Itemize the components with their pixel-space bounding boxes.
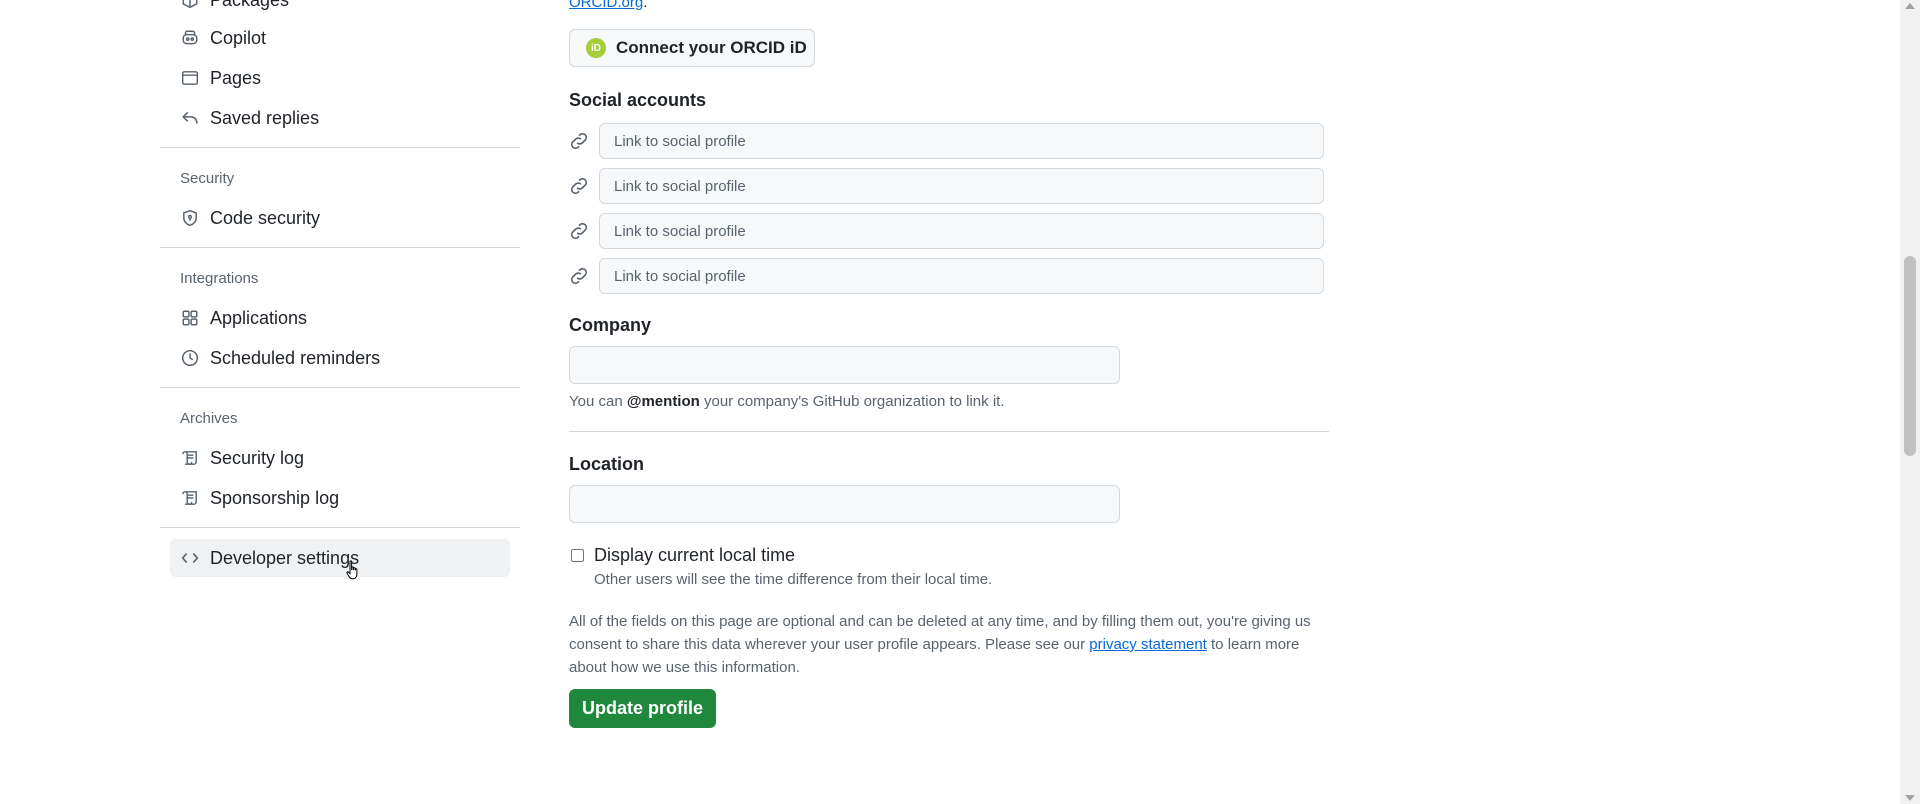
- connect-orcid-button[interactable]: iD Connect your ORCID iD: [569, 29, 815, 67]
- orcid-icon: iD: [586, 38, 606, 58]
- sidebar-item-label: Packages: [210, 0, 289, 11]
- social-profile-input-3[interactable]: [599, 213, 1324, 249]
- section-heading-integrations: Integrations: [180, 270, 259, 287]
- sidebar-item-label: Developer settings: [210, 547, 360, 568]
- social-account-row: [569, 213, 1324, 249]
- section-heading-security: Security: [180, 170, 235, 187]
- hand-cursor-icon: [346, 560, 358, 580]
- social-account-row: [569, 168, 1324, 204]
- link-icon: [569, 221, 589, 241]
- sidebar-divider: [160, 527, 520, 528]
- update-profile-button[interactable]: Update profile: [569, 689, 716, 728]
- package-icon: [180, 0, 200, 10]
- sidebar-item-pages[interactable]: Pages: [170, 59, 510, 97]
- link-icon: [569, 176, 589, 196]
- display-local-time-label[interactable]: Display current local time: [594, 545, 795, 566]
- sidebar-item-sponsorship-log[interactable]: Sponsorship log: [170, 479, 510, 517]
- sidebar-item-packages[interactable]: Packages: [170, 0, 510, 19]
- sidebar-item-label: Code security: [210, 207, 321, 228]
- sidebar-item-label: Pages: [210, 67, 262, 88]
- location-input[interactable]: [569, 485, 1120, 523]
- reply-icon: [180, 108, 200, 128]
- sidebar-item-label: Applications: [210, 307, 308, 328]
- orcid-link[interactable]: ORCID.org: [569, 0, 643, 11]
- scrollbar-thumb[interactable]: [1904, 256, 1916, 456]
- sidebar-item-developer-settings[interactable]: Developer settings: [170, 539, 510, 577]
- section-heading-archives: Archives: [180, 410, 238, 427]
- connect-orcid-label: Connect your ORCID iD: [616, 38, 807, 57]
- company-note-text: You can: [569, 393, 627, 410]
- browser-icon: [180, 68, 200, 88]
- company-note-text: your company's GitHub organization to li…: [699, 393, 1005, 410]
- log-icon: [180, 488, 200, 508]
- sidebar-item-label: Saved replies: [210, 107, 320, 128]
- privacy-statement-link[interactable]: privacy statement: [1089, 636, 1207, 653]
- sidebar-item-label: Copilot: [210, 27, 267, 48]
- sidebar-item-copilot[interactable]: Copilot: [170, 19, 510, 57]
- social-profile-input-1[interactable]: [599, 123, 1324, 159]
- sidebar-item-applications[interactable]: Applications: [170, 299, 510, 337]
- link-icon: [569, 131, 589, 151]
- sidebar-item-code-security[interactable]: Code security: [170, 199, 510, 237]
- link-icon: [569, 266, 589, 286]
- shield-lock-icon: [180, 208, 200, 228]
- sidebar-item-security-log[interactable]: Security log: [170, 439, 510, 477]
- company-input[interactable]: [569, 346, 1120, 384]
- display-local-time-checkbox[interactable]: [571, 549, 584, 562]
- section-divider: [569, 431, 1329, 432]
- log-icon: [180, 448, 200, 468]
- social-profile-input-4[interactable]: [599, 258, 1324, 294]
- sidebar-divider: [160, 387, 520, 388]
- apps-icon: [180, 308, 200, 328]
- copilot-icon: [180, 28, 200, 48]
- sidebar-item-label: Security log: [210, 447, 305, 468]
- scroll-up-arrow-icon[interactable]: [1905, 3, 1915, 9]
- company-note-mention: @mention: [626, 393, 700, 410]
- social-profile-input-2[interactable]: [599, 168, 1324, 204]
- company-note: You can @mention your company's GitHub o…: [569, 393, 1005, 410]
- orcid-link-line: ORCID.org.: [569, 0, 647, 11]
- sidebar-item-label: Sponsorship log: [210, 487, 340, 508]
- social-account-row: [569, 123, 1324, 159]
- sidebar-item-scheduled-reminders[interactable]: Scheduled reminders: [170, 339, 510, 377]
- sidebar-item-saved-replies[interactable]: Saved replies: [170, 99, 510, 137]
- local-time-note: Other users will see the time difference…: [594, 571, 993, 588]
- social-accounts-heading: Social accounts: [569, 90, 707, 110]
- page-scrollbar[interactable]: [1900, 0, 1920, 804]
- orcid-link-suffix: .: [643, 0, 648, 11]
- clock-icon: [180, 348, 200, 368]
- scroll-down-arrow-icon[interactable]: [1905, 795, 1915, 801]
- disclaimer-text: All of the fields on this page are optio…: [569, 610, 1329, 679]
- sidebar-divider: [160, 147, 520, 148]
- code-icon: [180, 548, 200, 568]
- social-account-row: [569, 258, 1324, 294]
- location-heading: Location: [569, 454, 644, 474]
- company-heading: Company: [569, 315, 652, 335]
- sidebar-item-label: Scheduled reminders: [210, 347, 381, 368]
- sidebar-divider: [160, 247, 520, 248]
